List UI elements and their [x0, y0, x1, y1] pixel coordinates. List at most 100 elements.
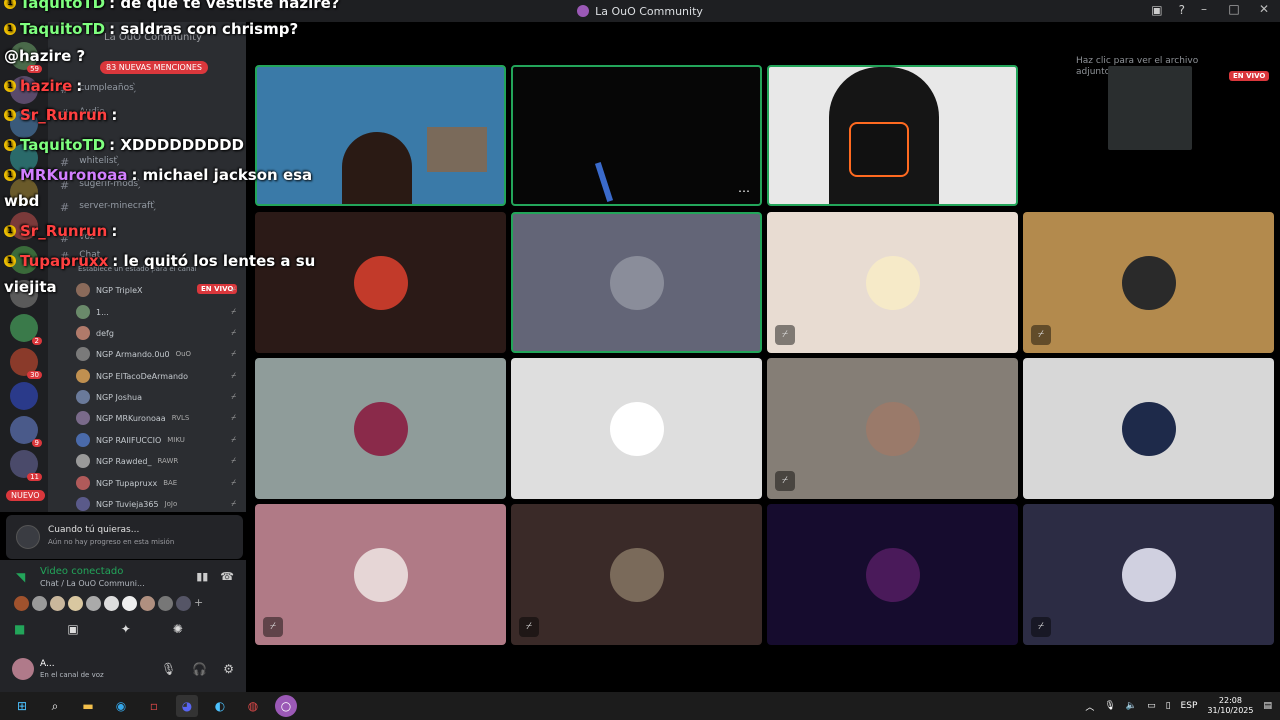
gear-icon[interactable]: ⚙ — [223, 662, 234, 676]
microphone-icon[interactable]: 🎙 — [161, 662, 176, 676]
voice-user-name: NGP TripleX — [96, 285, 143, 295]
avatar[interactable] — [122, 596, 137, 611]
search-icon[interactable]: ⌕ — [44, 695, 66, 717]
video-tile-avatar[interactable] — [1023, 358, 1274, 499]
voice-user[interactable]: NGP Rawded_ RAWR ⌿ — [76, 454, 236, 468]
microphone-icon[interactable]: 🎙 — [1104, 701, 1115, 711]
voice-user[interactable]: NGP Tupapruxx BAE ⌿ — [76, 476, 236, 490]
server-icon[interactable]: 11 — [10, 450, 42, 481]
server-icon[interactable] — [10, 382, 38, 410]
more-options-icon[interactable]: ⋯ — [738, 184, 750, 198]
language-indicator[interactable]: ESP — [1181, 701, 1198, 711]
chat-text: : michael jackson esa — [131, 166, 313, 184]
avatar[interactable] — [158, 596, 173, 611]
video-tile-avatar[interactable] — [511, 212, 762, 353]
inbox-icon[interactable]: ▣ — [1151, 3, 1162, 17]
badge-icon: 1 — [4, 255, 16, 267]
wall-poster — [427, 127, 487, 172]
voice-channel-link[interactable]: Chat / La OuO Communi... — [40, 579, 145, 588]
help-icon[interactable]: ? — [1179, 3, 1185, 17]
sound-bars-icon[interactable]: ▮▮ — [196, 570, 208, 583]
quest-card[interactable]: Cuando tú quieras... Aún no hay progreso… — [6, 515, 243, 559]
voice-user[interactable]: NGP TripleX ⌿ — [76, 283, 236, 297]
chat-username: Sr_Runrun — [20, 106, 108, 124]
maximize-icon[interactable]: □ — [1226, 2, 1242, 16]
video-tile-avatar[interactable]: ⌿ — [767, 212, 1018, 353]
browser-icon[interactable]: ◐ — [209, 695, 231, 717]
server-icon[interactable]: 2 — [10, 314, 42, 345]
plus-icon[interactable]: + — [194, 596, 209, 611]
video-tile-avatar[interactable]: ⌿ — [255, 504, 506, 645]
mentions-pill[interactable]: 83 NUEVAS MENCIONES — [100, 61, 208, 74]
video-tile-avatar[interactable] — [511, 358, 762, 499]
voice-user-name: NGP Tupapruxx — [96, 478, 158, 488]
video-tile-avatar[interactable]: ⌿ — [1023, 504, 1274, 645]
voice-user[interactable]: NGP Tuvieja365 JoJo ⌿ — [76, 497, 236, 511]
voice-user[interactable]: defg ⌿ — [76, 326, 236, 340]
minimize-icon[interactable]: – — [1196, 2, 1212, 16]
voice-user[interactable]: 1... ⌿ — [76, 305, 236, 319]
video-tile-avatar[interactable] — [767, 504, 1018, 645]
video-tile-avatar[interactable]: ⌿ — [1023, 212, 1274, 353]
app-icon[interactable]: ○ — [275, 695, 297, 717]
avatar[interactable] — [68, 596, 83, 611]
camera-icon[interactable]: ■ — [14, 622, 25, 636]
battery-icon[interactable]: ▯ — [1166, 701, 1171, 711]
badge-icon: 1 — [4, 80, 16, 92]
badge-icon: 1 — [4, 109, 16, 121]
server-icon[interactable]: 30 — [10, 348, 42, 379]
video-tile-avatar[interactable]: ⌿ — [511, 504, 762, 645]
screen-share-icon[interactable]: ▣ — [67, 622, 78, 636]
headphones-icon[interactable]: 🎧 — [192, 662, 207, 676]
chat-message: 1 TaquitoTD: XDDDDDDDDD — [4, 136, 244, 154]
avatar[interactable] — [104, 596, 119, 611]
network-icon[interactable]: ▭ — [1147, 701, 1156, 711]
avatar[interactable] — [176, 596, 191, 611]
discord-icon[interactable]: ◕ — [176, 695, 198, 717]
avatar — [76, 326, 90, 340]
start-icon[interactable]: ⊞ — [11, 695, 33, 717]
video-tile-camera[interactable] — [255, 65, 506, 206]
avatar[interactable] — [12, 658, 34, 680]
stream-thumbnail[interactable] — [1108, 66, 1192, 150]
signal-icon[interactable]: ◥ — [16, 570, 25, 584]
voice-user[interactable]: NGP RAIIFUCCIO MIKU ⌿ — [76, 433, 236, 447]
disconnect-icon[interactable]: ☎ — [220, 570, 234, 583]
chat-username: TaquitoTD — [20, 0, 106, 12]
voice-user[interactable]: NGP Joshua ⌿ — [76, 390, 236, 404]
voice-user[interactable]: NGP MRKuronoaa RVLS ⌿ — [76, 411, 236, 425]
avatar — [353, 255, 408, 310]
close-icon[interactable]: ✕ — [1256, 2, 1272, 16]
activities-icon[interactable]: ✦ — [121, 622, 131, 636]
chevron-up-icon[interactable]: ︿ — [1085, 700, 1094, 713]
video-tile-camera[interactable]: ⋯ — [511, 65, 762, 206]
voice-user[interactable]: NGP ElTacoDeArmando ⌿ — [76, 369, 236, 383]
new-pill[interactable]: NUEVO — [6, 490, 45, 501]
avatar[interactable] — [14, 596, 29, 611]
video-tile-camera[interactable] — [767, 65, 1018, 206]
voice-user[interactable]: NGP Armando.0u0 OuO ⌿ — [76, 347, 236, 361]
volume-icon[interactable]: 🔈 — [1126, 701, 1137, 711]
soundboard-icon[interactable]: ✺ — [173, 622, 183, 636]
badge-icon: 1 — [4, 139, 16, 151]
app-icon[interactable]: ▫ — [143, 695, 165, 717]
video-tile-avatar[interactable]: ⌿ — [767, 358, 1018, 499]
muted-icon: ⌿ — [231, 456, 236, 465]
avatar[interactable] — [86, 596, 101, 611]
clock[interactable]: 22:08 31/10/2025 — [1207, 696, 1253, 716]
chat-username: TaquitoTD — [20, 20, 106, 38]
avatar[interactable] — [140, 596, 155, 611]
avatar[interactable] — [50, 596, 65, 611]
voice-user-name: 1... — [96, 307, 109, 317]
video-tile-avatar[interactable] — [255, 212, 506, 353]
video-tile-avatar[interactable] — [255, 358, 506, 499]
avatar[interactable] — [32, 596, 47, 611]
notification-icon[interactable]: ▤ — [1263, 701, 1272, 711]
channel-item[interactable]: # server-minecraft ̗̀ — [60, 201, 156, 214]
edge-icon[interactable]: ◉ — [110, 695, 132, 717]
server-icon[interactable]: 9 — [10, 416, 42, 447]
obs-icon[interactable]: ◍ — [242, 695, 264, 717]
chat-username: TaquitoTD — [20, 136, 106, 154]
username[interactable]: A... — [40, 659, 55, 669]
folder-icon[interactable]: ▬ — [77, 695, 99, 717]
